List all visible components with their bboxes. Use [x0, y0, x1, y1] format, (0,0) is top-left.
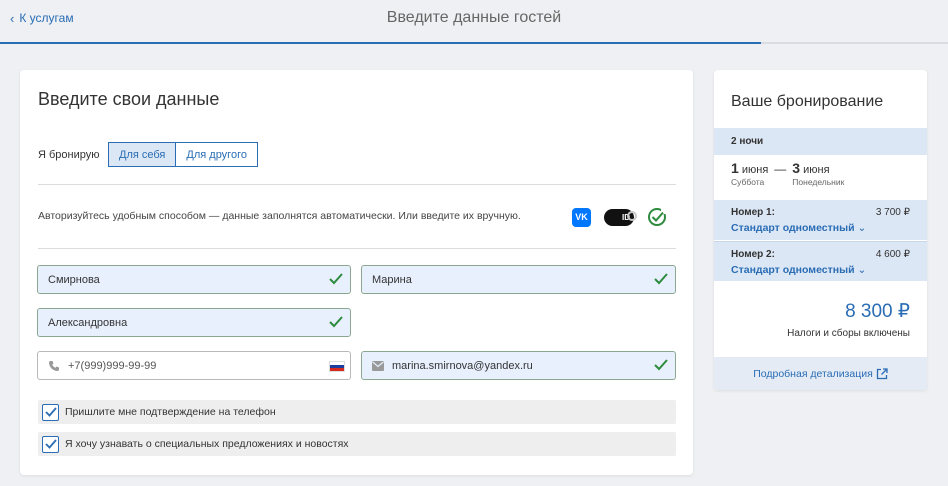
checkin-day: 1	[731, 160, 739, 176]
room-item: Номер 1: 3 700 ₽ Стандарт одноместный ⌄	[714, 200, 927, 240]
vk-icon-label: VK	[575, 212, 588, 222]
divider	[38, 248, 676, 249]
room-price: 3 700 ₽	[875, 207, 910, 218]
taxes-note: Налоги и сборы включены	[787, 328, 910, 339]
first-name-value: Марина	[372, 273, 412, 286]
last-name-field[interactable]: Смирнова	[37, 265, 351, 294]
stay-dates: 1 июня Суббота — 3 июня Понедельник	[731, 160, 844, 187]
booking-for-label: Я бронирую	[38, 149, 100, 161]
sms-confirmation-checkbox[interactable]	[42, 403, 59, 421]
form-title: Введите свои данные	[38, 89, 220, 109]
room-label: Номер 1:	[731, 207, 775, 218]
booking-for-other-button[interactable]: Для другого	[176, 142, 258, 167]
checkin-month: июня	[741, 164, 769, 176]
checkout-date: 3 июня Понедельник	[792, 160, 844, 187]
progress-fill	[0, 42, 762, 44]
middle-name-field[interactable]: Александровна	[37, 308, 351, 337]
newsletter-label: Я хочу узнавать о специальных предложени…	[65, 438, 349, 450]
checkmark-icon	[44, 407, 57, 417]
newsletter-checkbox-row[interactable]: Я хочу узнавать о специальных предложени…	[38, 432, 676, 456]
phone-input[interactable]: +7(999)999-99-99	[37, 351, 351, 380]
check-icon	[329, 316, 343, 328]
email-value: marina.smirnova@yandex.ru	[392, 359, 533, 372]
summary-title: Ваше бронирование	[731, 93, 884, 110]
check-icon	[654, 273, 668, 285]
booking-for-toggle: Для себя Для другого	[108, 142, 258, 167]
mail-icon	[372, 360, 384, 372]
nights-count: 2 ночи	[714, 128, 927, 155]
check-icon	[329, 273, 343, 285]
top-bar: ‹ К услугам Введите данные гостей	[0, 0, 948, 42]
booking-summary-card: Ваше бронирование 2 ночи 1 июня Суббота …	[714, 70, 927, 390]
room-type-label: Стандарт одноместный	[731, 222, 855, 234]
sber-id-icon[interactable]: ID	[604, 208, 637, 226]
checkin-date: 1 июня Суббота	[731, 160, 768, 187]
room-label: Номер 2:	[731, 249, 775, 260]
external-link-icon	[876, 367, 888, 379]
chevron-down-icon: ⌄	[857, 264, 867, 276]
details-link[interactable]: Подробная детализация	[714, 357, 927, 390]
room-price: 4 600 ₽	[875, 249, 910, 260]
first-name-field[interactable]: Марина	[361, 265, 676, 294]
russia-flag-icon[interactable]	[329, 361, 345, 372]
details-link-label: Подробная детализация	[753, 367, 873, 380]
checkmark-icon	[44, 439, 57, 449]
total-price: 8 300 ₽	[845, 301, 910, 322]
sber-logo-mark	[627, 210, 637, 221]
phone-placeholder: +7(999)999-99-99	[68, 359, 157, 372]
sms-confirmation-checkbox-row[interactable]: Пришлите мне подтверждение на телефон	[38, 400, 676, 424]
auth-providers: VK ID	[572, 207, 667, 227]
vk-icon[interactable]: VK	[572, 207, 591, 227]
room-item: Номер 2: 4 600 ₽ Стандарт одноместный ⌄	[714, 241, 927, 281]
progress-bar	[0, 42, 948, 44]
sms-confirmation-label: Пришлите мне подтверждение на телефон	[65, 406, 276, 418]
room-type-label: Стандарт одноместный	[731, 264, 855, 276]
booking-for-self-button[interactable]: Для себя	[108, 142, 177, 167]
gosuslugi-check-icon[interactable]	[647, 207, 667, 227]
newsletter-checkbox[interactable]	[42, 435, 59, 453]
checkout-weekday: Понедельник	[792, 177, 845, 187]
room-type-dropdown[interactable]: Стандарт одноместный ⌄	[731, 222, 910, 234]
email-field[interactable]: marina.smirnova@yandex.ru	[361, 351, 676, 380]
divider	[38, 184, 676, 185]
checkin-weekday: Суббота	[731, 177, 765, 187]
check-icon	[654, 359, 668, 371]
chevron-down-icon: ⌄	[857, 222, 867, 234]
middle-name-value: Александровна	[48, 316, 128, 329]
page-title: Введите данные гостей	[386, 9, 562, 26]
date-separator: —	[774, 162, 787, 176]
room-type-dropdown[interactable]: Стандарт одноместный ⌄	[731, 264, 910, 276]
last-name-value: Смирнова	[48, 273, 100, 286]
phone-icon	[48, 360, 60, 372]
auth-hint: Авторизуйтесь удобным способом — данные …	[38, 210, 521, 222]
guest-form-card: Введите свои данные Я бронирую Для себя …	[20, 70, 693, 475]
checkout-day: 3	[792, 160, 801, 176]
checkout-month: июня	[803, 164, 830, 176]
